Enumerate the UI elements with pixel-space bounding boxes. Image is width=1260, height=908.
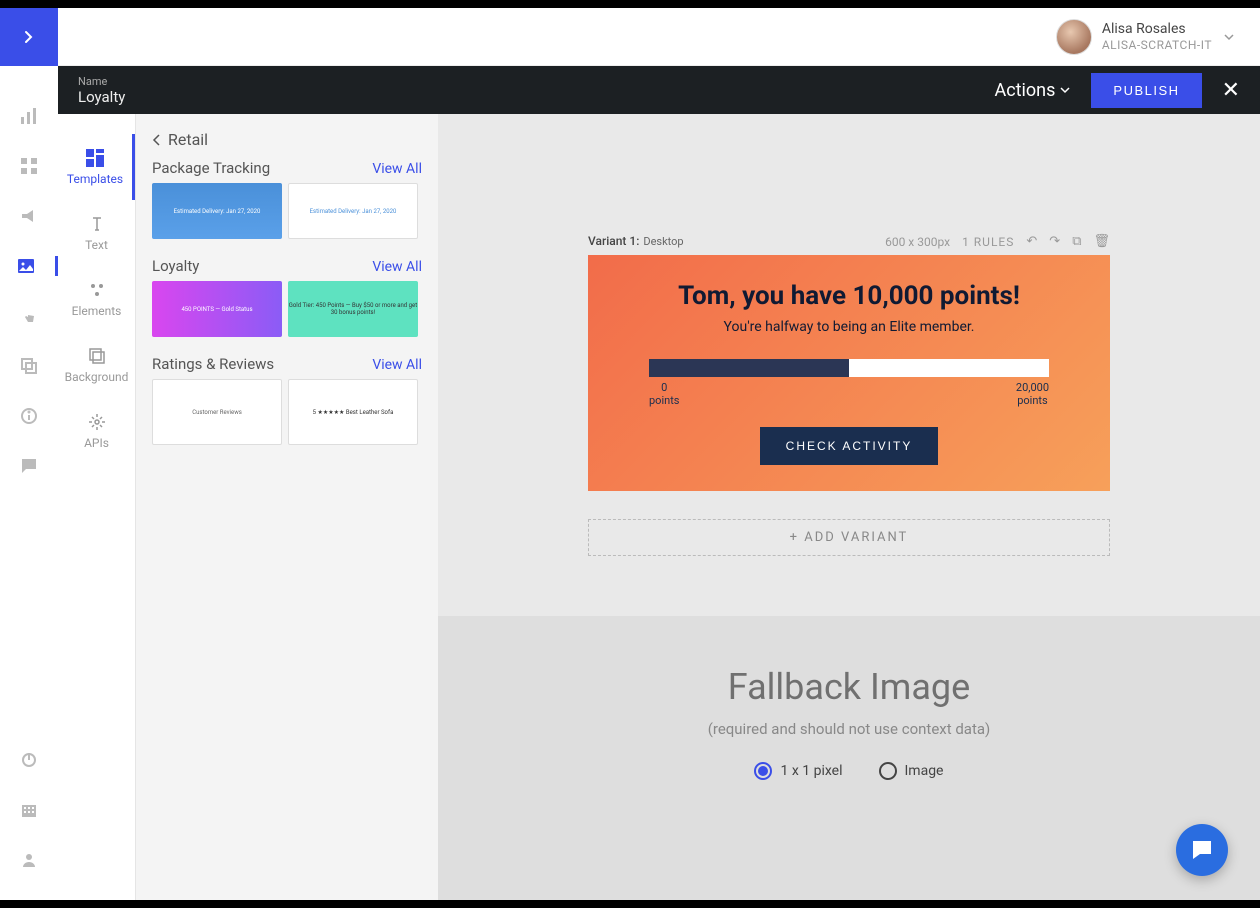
variant-label: Variant 1:: [588, 234, 639, 248]
view-all-link[interactable]: View All: [372, 357, 422, 373]
apps-icon[interactable]: [19, 156, 39, 176]
publish-button[interactable]: PUBLISH: [1091, 73, 1201, 108]
variant-device: Desktop: [643, 235, 683, 248]
expand-rail-button[interactable]: [0, 8, 58, 66]
user-menu[interactable]: Alisa Rosales ALISA-SCRATCH-IT: [1056, 19, 1236, 55]
user-name: Alisa Rosales: [1102, 21, 1212, 38]
preview-title: Tom, you have 10,000 points!: [678, 281, 1020, 311]
category-title: Package Tracking: [152, 159, 270, 177]
progress-bar: [649, 359, 1049, 377]
undo-icon[interactable]: ↶: [1026, 234, 1037, 249]
tool-elements[interactable]: Elements: [58, 266, 135, 332]
progress-max-label: points: [1017, 394, 1047, 407]
template-thumb[interactable]: Estimated Delivery: Jan 27, 2020: [152, 183, 282, 239]
fallback-subtitle: (required and should not use context dat…: [438, 720, 1260, 738]
variant-preview[interactable]: Tom, you have 10,000 points! You're half…: [588, 255, 1110, 491]
tool-background[interactable]: Background: [58, 332, 135, 398]
template-thumb[interactable]: Gold Tier: 450 Points — Buy $50 or more …: [288, 281, 418, 337]
image-icon[interactable]: [0, 256, 58, 276]
chat-bubble-icon[interactable]: [19, 456, 39, 476]
megaphone-icon[interactable]: [19, 206, 39, 226]
template-thumb[interactable]: Estimated Delivery: Jan 27, 2020: [288, 183, 418, 239]
namebar-label: Name: [78, 75, 125, 88]
left-rail: [0, 8, 58, 900]
avatar: [1056, 19, 1092, 55]
layers-icon[interactable]: [19, 356, 39, 376]
person-icon[interactable]: [19, 850, 39, 870]
progress-max-value: 20,000: [1016, 381, 1049, 394]
browser-back-label: Retail: [168, 130, 208, 149]
view-all-link[interactable]: View All: [372, 161, 422, 177]
view-all-link[interactable]: View All: [372, 259, 422, 275]
topbar: Alisa Rosales ALISA-SCRATCH-IT: [58, 8, 1260, 66]
radio-label: Image: [905, 763, 944, 779]
chat-fab[interactable]: [1176, 824, 1228, 876]
template-thumb[interactable]: 450 POINTS — Gold Status: [152, 281, 282, 337]
category-title: Ratings & Reviews: [152, 355, 274, 373]
tool-templates[interactable]: Templates: [58, 134, 135, 200]
power-icon[interactable]: [19, 750, 39, 770]
tool-label: Templates: [67, 172, 123, 186]
chevron-left-icon: [152, 134, 162, 146]
category-ratings: Ratings & Reviews View All Customer Revi…: [152, 355, 422, 445]
check-activity-button[interactable]: CHECK ACTIVITY: [760, 427, 939, 465]
delete-icon[interactable]: 🗑: [1093, 234, 1110, 249]
radio-selected-icon: [754, 762, 772, 780]
tool-label: APIs: [84, 436, 109, 450]
template-browser: Retail Package Tracking View All Estimat…: [136, 114, 438, 900]
variant-header: Variant 1: Desktop 600 x 300px 1 RULES ↶…: [588, 234, 1110, 249]
info-icon[interactable]: [19, 406, 39, 426]
chevron-down-icon: [1222, 30, 1236, 44]
redo-icon[interactable]: ↷: [1049, 234, 1060, 249]
variant-dimensions: 600 x 300px: [885, 235, 950, 249]
preview-subtitle: You're halfway to being an Elite member.: [724, 319, 975, 335]
actions-dropdown[interactable]: Actions: [994, 80, 1071, 101]
actions-label: Actions: [994, 80, 1055, 101]
name-bar: Name Loyalty Actions PUBLISH ✕: [58, 66, 1260, 114]
fallback-option-image[interactable]: Image: [879, 762, 944, 780]
add-variant-button[interactable]: + ADD VARIANT: [588, 519, 1110, 556]
touch-icon[interactable]: [19, 306, 39, 326]
category-loyalty: Loyalty View All 450 POINTS — Gold Statu…: [152, 257, 422, 337]
tool-text[interactable]: Text: [58, 200, 135, 266]
analytics-icon[interactable]: [19, 106, 39, 126]
tool-apis[interactable]: APIs: [58, 398, 135, 464]
tool-panel: Templates Text Elements Background APIs: [58, 114, 136, 900]
browser-back[interactable]: Retail: [152, 130, 422, 149]
tool-label: Elements: [72, 304, 122, 318]
main-area: Alisa Rosales ALISA-SCRATCH-IT Name Loya…: [58, 8, 1260, 900]
chat-icon: [1189, 837, 1215, 863]
fallback-option-1x1[interactable]: 1 x 1 pixel: [754, 762, 842, 780]
category-title: Loyalty: [152, 257, 199, 275]
copy-icon[interactable]: ⧉: [1072, 234, 1081, 249]
close-button[interactable]: ✕: [1222, 78, 1240, 103]
category-package-tracking: Package Tracking View All Estimated Deli…: [152, 159, 422, 239]
template-thumb[interactable]: Customer Reviews: [152, 379, 282, 445]
tool-label: Background: [65, 370, 129, 384]
user-org: ALISA-SCRATCH-IT: [1102, 38, 1212, 52]
radio-icon: [879, 762, 897, 780]
chevron-down-icon: [1059, 84, 1071, 96]
fallback-section: Fallback Image (required and should not …: [438, 616, 1260, 900]
template-thumb[interactable]: 5 ★★★★★ Best Leather Sofa: [288, 379, 418, 445]
radio-label: 1 x 1 pixel: [780, 763, 842, 779]
progress-min-value: 0: [661, 381, 667, 394]
progress-min-label: points: [649, 394, 679, 407]
tool-label: Text: [85, 238, 108, 252]
namebar-value[interactable]: Loyalty: [78, 88, 125, 106]
variant-rules[interactable]: 1 RULES: [962, 235, 1014, 249]
building-icon[interactable]: [19, 800, 39, 820]
fallback-title: Fallback Image: [438, 666, 1260, 708]
canvas-area: Variant 1: Desktop 600 x 300px 1 RULES ↶…: [438, 114, 1260, 900]
